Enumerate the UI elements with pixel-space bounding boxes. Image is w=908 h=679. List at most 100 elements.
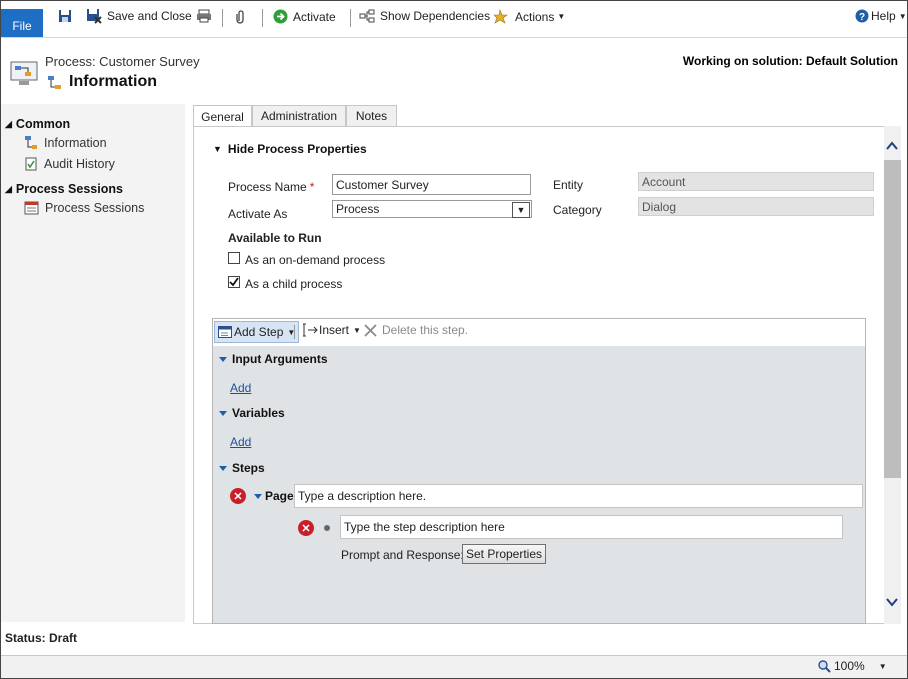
zoom-icon: [818, 659, 831, 673]
nav-section-common[interactable]: ◢ Common: [5, 117, 70, 131]
collapse-triangle-icon: ▼: [213, 144, 222, 154]
activate-as-value: Process: [336, 202, 380, 216]
tab-notes[interactable]: Notes: [346, 105, 397, 126]
step-description-input[interactable]: Type the step description here: [340, 515, 843, 539]
insert-button[interactable]: Insert ▼: [302, 323, 361, 337]
nav-item-label: Audit History: [44, 157, 115, 171]
nav-section-label: Common: [15, 117, 71, 131]
add-variable-link[interactable]: Add: [230, 435, 251, 449]
section-label: Variables: [232, 406, 285, 420]
on-demand-label: As an on-demand process: [245, 253, 386, 267]
available-to-run-heading: Available to Run: [228, 231, 322, 245]
page-description-input[interactable]: Type a description here.: [294, 484, 863, 508]
collapse-triangle-icon: [219, 356, 227, 362]
delete-icon: [364, 323, 377, 337]
chevron-down-icon: ▼: [353, 325, 361, 335]
set-properties-button[interactable]: Set Properties: [462, 544, 546, 564]
hide-process-properties-toggle[interactable]: ▼ Hide Process Properties: [213, 142, 367, 156]
child-process-checkbox[interactable]: [228, 276, 240, 288]
collapse-triangle-icon: ◢: [5, 183, 12, 194]
activate-icon: [273, 9, 288, 24]
prompt-response-label: Prompt and Response:: [341, 548, 464, 562]
attach-button[interactable]: [236, 9, 251, 24]
section-label: Input Arguments: [232, 352, 328, 366]
category-label: Category: [553, 203, 602, 217]
save-and-close-button[interactable]: Save and Close: [86, 8, 192, 24]
page-label: Page:: [265, 489, 298, 503]
process-icon: [10, 61, 38, 90]
chevron-down-icon: ▼: [898, 11, 907, 21]
activate-button[interactable]: Activate: [273, 9, 336, 24]
insert-label: Insert: [319, 323, 350, 337]
status-text: Status: Draft: [5, 631, 78, 645]
activate-as-select[interactable]: Process ▼: [332, 200, 532, 218]
audit-icon: [24, 157, 38, 171]
checkmark-icon: [229, 277, 239, 287]
save-icon: [58, 9, 72, 23]
help-menu[interactable]: ? Help ▼: [855, 9, 907, 23]
page-title: Information: [69, 73, 157, 90]
child-process-label: As a child process: [245, 277, 343, 291]
collapse-triangle-icon: [219, 410, 227, 416]
collapse-triangle-icon: [219, 465, 227, 471]
error-icon: ✕: [298, 520, 314, 536]
add-step-button[interactable]: Add Step ▼: [214, 321, 300, 343]
activate-label: Activate: [293, 9, 336, 24]
file-tab[interactable]: File: [1, 9, 43, 37]
ribbon-divider: [222, 9, 223, 27]
save-and-close-label: Save and Close: [107, 9, 192, 23]
scroll-up-icon[interactable]: [885, 140, 899, 155]
entity-label: Entity: [553, 178, 584, 192]
tab-administration[interactable]: Administration: [252, 105, 346, 126]
process-name-input[interactable]: Customer Survey: [332, 174, 531, 195]
printer-icon: [196, 9, 212, 23]
toolbar-divider: [294, 325, 295, 339]
input-arguments-header[interactable]: Input Arguments: [219, 352, 328, 366]
dropdown-arrow-icon[interactable]: ▼: [512, 202, 530, 218]
nav-item-information[interactable]: Information: [24, 136, 107, 150]
collapse-triangle-icon: ◢: [5, 118, 12, 129]
error-icon: ✕: [230, 488, 246, 504]
chevron-down-icon: ▼: [878, 661, 887, 671]
insert-icon: [302, 323, 318, 337]
solution-indicator: Working on solution: Default Solution: [682, 54, 898, 68]
nav-item-label: Process Sessions: [45, 201, 145, 215]
paperclip-icon: [236, 9, 246, 24]
scroll-down-icon[interactable]: [885, 596, 899, 611]
show-dependencies-button[interactable]: Show Dependencies: [359, 9, 490, 23]
ribbon-divider: [262, 9, 263, 27]
nav-item-audit-history[interactable]: Audit History: [24, 157, 115, 171]
nav-section-process-sessions[interactable]: ◢ Process Sessions: [5, 182, 123, 196]
help-icon: ?: [855, 9, 869, 23]
dependencies-icon: [359, 9, 375, 23]
on-demand-checkbox[interactable]: [228, 252, 240, 264]
steps-header[interactable]: Steps: [219, 461, 265, 475]
actions-label: Actions: [515, 9, 555, 24]
variables-header[interactable]: Variables: [219, 406, 285, 420]
nav-section-label: Process Sessions: [15, 182, 123, 196]
print-button[interactable]: [196, 9, 217, 23]
scrollbar-thumb[interactable]: [884, 160, 901, 478]
category-field: Dialog: [638, 197, 874, 216]
actions-icon: [494, 9, 510, 24]
add-step-label: Add Step: [234, 325, 284, 339]
show-dependencies-label: Show Dependencies: [380, 9, 491, 23]
delete-step-button[interactable]: Delete this step.: [364, 323, 468, 337]
section-toggle-label: Hide Process Properties: [227, 142, 367, 156]
step-bullet-icon: [324, 525, 330, 531]
add-input-argument-link[interactable]: Add: [230, 381, 251, 395]
help-label: Help: [871, 9, 896, 23]
required-asterisk: *: [309, 180, 315, 194]
ribbon-divider: [350, 9, 351, 27]
page-step-label[interactable]: Page:: [254, 489, 298, 503]
actions-menu[interactable]: Actions ▼: [494, 9, 565, 24]
svg-text:?: ?: [859, 12, 865, 23]
status-bar: [1, 655, 907, 678]
nav-item-process-sessions[interactable]: Process Sessions: [24, 201, 144, 215]
tab-general[interactable]: General: [193, 105, 252, 127]
zoom-level: 100%: [834, 659, 865, 673]
save-button[interactable]: [58, 9, 77, 23]
add-step-icon: [218, 326, 232, 338]
process-sessions-icon: [24, 201, 39, 215]
zoom-control[interactable]: 100% ▼: [818, 659, 887, 673]
